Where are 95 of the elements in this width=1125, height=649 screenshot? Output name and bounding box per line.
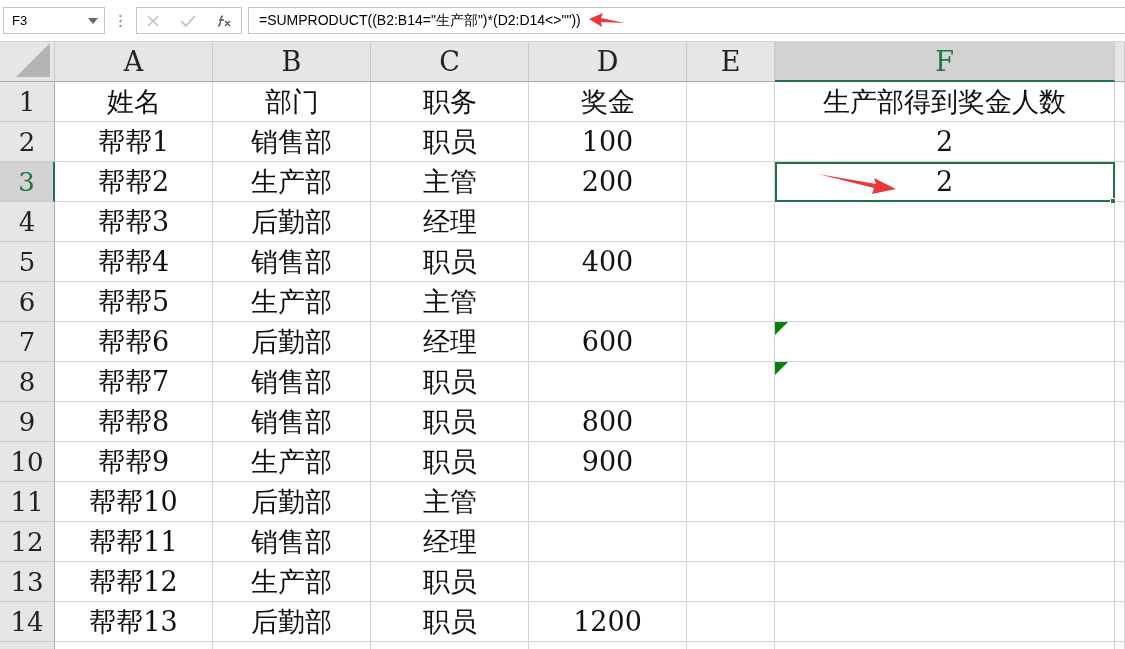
table-cell: 主管	[371, 482, 529, 522]
row-header[interactable]: 12	[0, 522, 55, 562]
table-cell: 销售部	[213, 242, 371, 282]
table-cell: 帮帮2	[55, 162, 213, 202]
table-cell: 职员	[371, 442, 529, 482]
column-header[interactable]: C	[371, 42, 529, 82]
check-icon[interactable]	[180, 14, 196, 27]
table-cell	[1115, 242, 1125, 282]
table-cell: 后勤部	[213, 322, 371, 362]
table-cell: 职员	[371, 402, 529, 442]
row-header[interactable]: 6	[0, 282, 55, 322]
table-cell: 200	[529, 162, 687, 202]
row-header[interactable]: 2	[0, 122, 55, 162]
table-cell: 主管	[371, 162, 529, 202]
table-cell: 帮帮6	[55, 322, 213, 362]
table-cell: 经理	[371, 522, 529, 562]
table-cell: 经理	[371, 202, 529, 242]
table-cell: 销售部	[213, 122, 371, 162]
column-header[interactable]: E	[687, 42, 775, 82]
row-header[interactable]: 10	[0, 442, 55, 482]
table-cell	[1115, 402, 1125, 442]
row-header[interactable]: 11	[0, 482, 55, 522]
name-box[interactable]: F3	[3, 7, 105, 34]
table-cell: 2	[775, 122, 1115, 162]
table-cell	[1115, 442, 1125, 482]
table-cell	[1115, 602, 1125, 642]
table-cell: 100	[529, 122, 687, 162]
table-cell: 销售部	[213, 522, 371, 562]
table-cell: 900	[529, 442, 687, 482]
table-cell: 帮帮10	[55, 482, 213, 522]
table-cell: 帮帮7	[55, 362, 213, 402]
table-cell: 帮帮8	[55, 402, 213, 442]
table-cell: 后勤部	[213, 202, 371, 242]
table-cell: 帮帮12	[55, 562, 213, 602]
table-cell: 400	[529, 242, 687, 282]
table-cell: 后勤部	[213, 482, 371, 522]
table-cell: 后勤部	[213, 602, 371, 642]
table-cell: 经理	[371, 322, 529, 362]
table-cell: 职员	[371, 602, 529, 642]
table-cell: 帮帮5	[55, 282, 213, 322]
formula-field[interactable]: =SUMPRODUCT((B2:B14="生产部")*(D2:D14<>""))	[248, 7, 1125, 34]
row-header[interactable]: 13	[0, 562, 55, 602]
table-cell: 生产部得到奖金人数	[775, 82, 1115, 122]
table-cell: 生产部	[213, 562, 371, 602]
table-cell	[1115, 82, 1125, 122]
table-cell: 帮帮3	[55, 202, 213, 242]
column-header[interactable]: A	[55, 42, 213, 82]
column-header[interactable]: D	[529, 42, 687, 82]
table-cell: 奖金	[529, 82, 687, 122]
table-cell: 帮帮1	[55, 122, 213, 162]
row-header[interactable]: 14	[0, 602, 55, 642]
function-icon[interactable]	[216, 14, 231, 27]
table-cell: 姓名	[55, 82, 213, 122]
arrow-drawing	[588, 12, 625, 29]
row-header[interactable]: 4	[0, 202, 55, 242]
table-cell: 职员	[371, 122, 529, 162]
table-cell	[1115, 282, 1125, 322]
select-all-button[interactable]	[0, 42, 55, 82]
table-cell: 生产部	[213, 282, 371, 322]
table-cell: 销售部	[213, 362, 371, 402]
table-cell: 800	[529, 402, 687, 442]
table-cell: 1200	[529, 602, 687, 642]
column-header[interactable]	[1115, 42, 1125, 82]
row-header[interactable]: 8	[0, 362, 55, 402]
table-cell	[1115, 122, 1125, 162]
table-cell: 职员	[371, 242, 529, 282]
table-cell: 主管	[371, 282, 529, 322]
table-cell: 600	[529, 322, 687, 362]
cancel-icon[interactable]	[147, 14, 160, 27]
table-cell	[1115, 482, 1125, 522]
table-cell: 职务	[371, 82, 529, 122]
table-cell: 帮帮11	[55, 522, 213, 562]
table-cell: 职员	[371, 362, 529, 402]
table-cell: 帮帮4	[55, 242, 213, 282]
drag-handle-icon[interactable]	[119, 13, 122, 28]
row-header[interactable]: 1	[0, 82, 55, 122]
column-header[interactable]: B	[213, 42, 371, 82]
table-cell: 2	[775, 162, 1115, 202]
table-cell: 帮帮13	[55, 602, 213, 642]
row-header[interactable]: 5	[0, 242, 55, 282]
row-header[interactable]: 9	[0, 402, 55, 442]
row-header[interactable]: 7	[0, 322, 55, 362]
table-cell	[1115, 562, 1125, 602]
row-header[interactable]	[0, 642, 55, 649]
table-cell	[1115, 522, 1125, 562]
column-header[interactable]: F	[775, 42, 1115, 82]
table-cell: 部门	[213, 82, 371, 122]
table-cell: 生产部	[213, 162, 371, 202]
row-header[interactable]: 3	[0, 162, 55, 202]
caret-icon	[88, 17, 98, 24]
table-cell: 销售部	[213, 402, 371, 442]
table-cell: 职员	[371, 562, 529, 602]
table-cell: 帮帮9	[55, 442, 213, 482]
table-cell: 生产部	[213, 442, 371, 482]
fill-handle[interactable]	[1110, 198, 1116, 204]
